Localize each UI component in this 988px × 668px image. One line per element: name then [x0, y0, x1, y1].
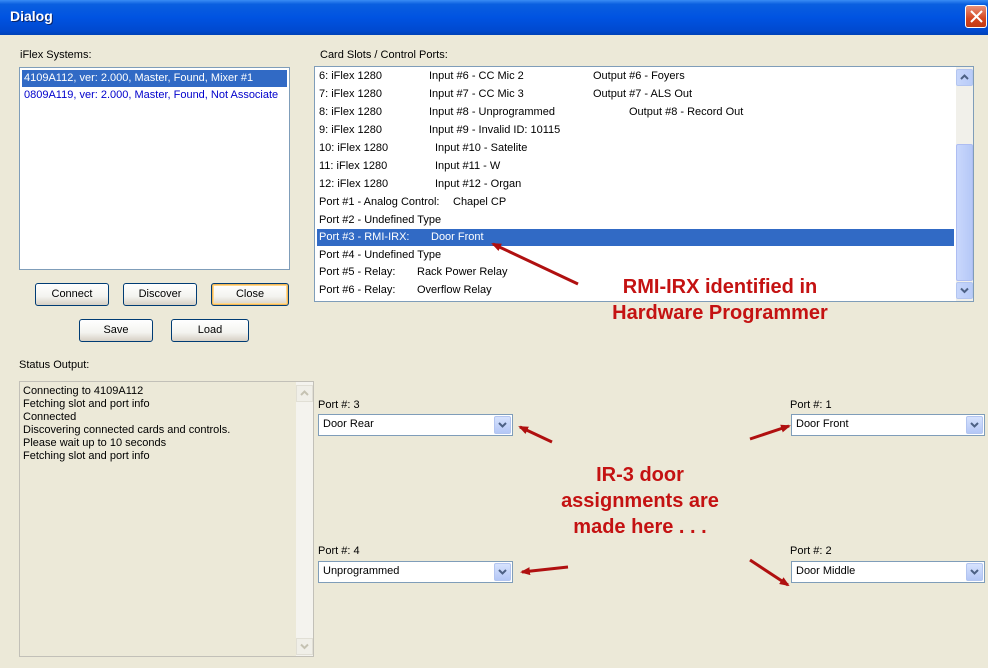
arrow-to-port2-select	[749, 558, 790, 587]
dialog-window: Dialog iFlex Systems: 4109A112, ver: 2.0…	[0, 0, 988, 668]
arrow-to-port3-row	[491, 242, 579, 286]
arrow-to-port1-select	[749, 424, 791, 441]
arrow-to-port3-select	[518, 425, 553, 444]
arrow-to-port4-select	[520, 565, 569, 576]
annotation-arrows	[491, 242, 791, 587]
